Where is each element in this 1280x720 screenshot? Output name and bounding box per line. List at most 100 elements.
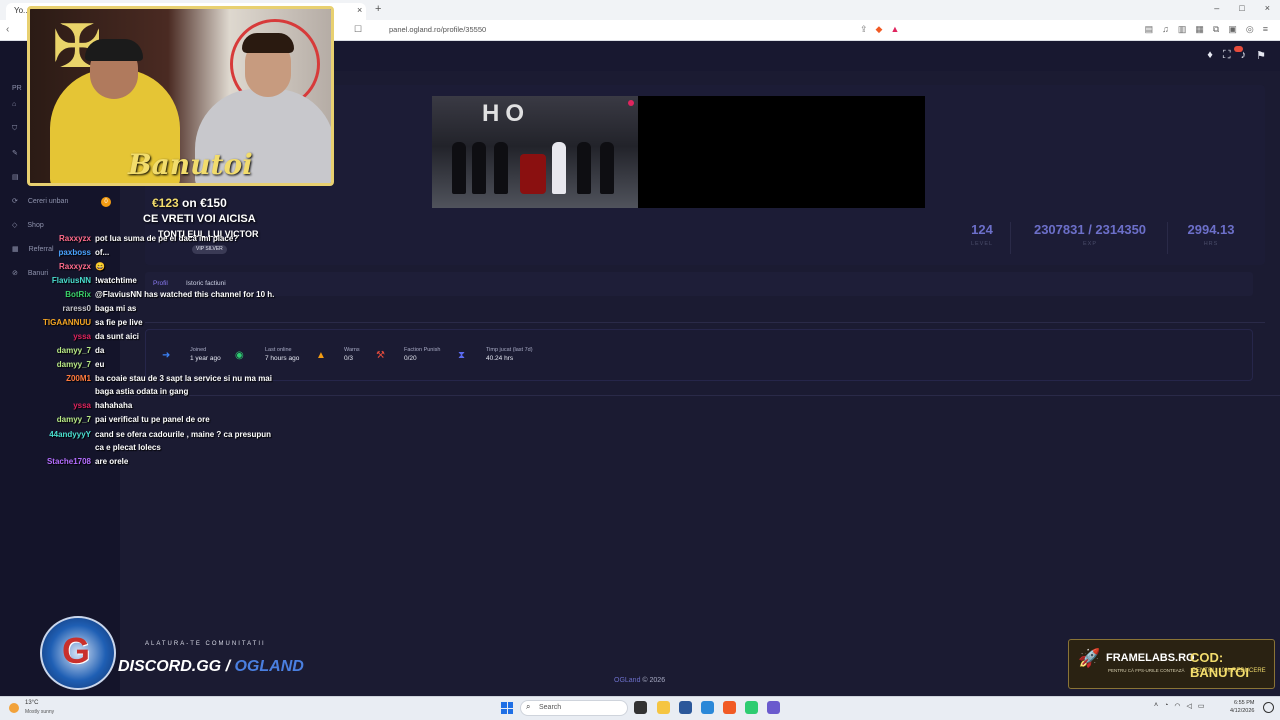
chat-text: ca e plecat lolecs [95,443,161,452]
shield-icon[interactable]: ⛉ [12,125,17,133]
warning-icon: ▲ [316,350,326,361]
gavel-icon: ⚒ [376,350,385,361]
battery-icon[interactable]: ▭ [1198,702,1205,710]
chat-username: Raxxyzx [58,234,91,243]
footer-copyright: © 2026 [642,677,666,684]
app-icon[interactable] [767,701,780,714]
search-icon: ⌕ [526,702,531,711]
chat-username: Stache1708 [46,457,91,466]
chat-username: paxboss [58,248,91,257]
info-value-last-online: 7 hours ago [265,355,300,362]
hourglass-icon: ⧗ [458,350,466,361]
goal-mid: on [182,196,197,210]
start-button[interactable] [501,702,513,714]
fullscreen-icon[interactable]: ⛶ [1223,49,1231,62]
wifi-icon[interactable]: ◠ [1174,702,1180,710]
chat-username: BotRix [65,290,91,299]
taskbar-search[interactable]: Search [520,700,628,716]
tab-profil[interactable]: Profil [153,280,168,287]
address-actions: ⇪ ◆ ▲ [860,24,899,35]
chevron-up-icon[interactable]: ˄ [1154,702,1158,710]
document-icon[interactable]: ▤ [12,173,19,181]
brave-icon[interactable] [723,701,736,714]
vip-badge: VIP SILVER [192,245,227,254]
edit-icon[interactable]: ✎ [12,149,18,157]
tab-istoric-factiuni[interactable]: Istoric factiuni [186,280,226,287]
network-icon[interactable]: ◔ [1164,702,1168,710]
chat-username: FlaviusNN [51,276,91,285]
share-icon[interactable]: ⇪ [860,24,868,35]
sidebar-item-shop[interactable]: ◇ Shop [12,221,44,230]
new-tab-button[interactable]: + [375,3,381,15]
goal-current: €123 [152,196,179,210]
chat-text: @FlaviusNN has watched this channel for … [95,290,275,299]
weather-desc: Mostly sunny [25,709,55,715]
rocket-icon: 🚀 [1078,648,1101,668]
weather-temp: 13°C [25,700,39,706]
stat-hrs: 2994.13 HRS [1187,222,1235,247]
task-view-icon[interactable] [634,701,647,714]
reader-icon[interactable]: ▤ [1145,24,1154,35]
info-label-faction-punish: Faction Punish [404,347,441,353]
lightbulb-icon[interactable]: ♦ [1207,49,1213,62]
chat-text: pot lua suma de pe el dacă îmi place? [95,234,239,243]
chat-text: da [95,346,105,355]
file-explorer-icon[interactable] [657,701,670,714]
maximize-button[interactable]: □ [1239,3,1244,13]
chat-text: da sunt aici [95,332,140,341]
chat-text: of... [95,248,110,257]
tab-close-icon[interactable]: × [357,5,362,15]
sidebar-item-cereri-unban[interactable]: ⟳ Cereri unban [12,197,69,206]
clock[interactable]: 6:55 PM 4/12/2026 [1230,699,1254,715]
divider [1010,222,1011,254]
wallet-icon[interactable]: ▣ [1228,24,1237,35]
home-icon[interactable]: ⌂ [12,101,16,108]
chat-text: baga mi as [95,304,137,313]
discord-link: DISCORD.GG / OGLAND [118,658,304,676]
tabs-icon[interactable]: ▦ [1195,24,1204,35]
bookmark-icon[interactable]: ☐ [354,24,362,35]
close-window-button[interactable]: × [1265,3,1270,13]
sponsor-discount: PENTRU 10% REDUCERE [1192,668,1266,674]
chat-text: ba coaie stau de 3 sapt la service si nu… [95,374,272,383]
stat-exp: 2307831 / 2314350 EXP [1033,222,1147,247]
login-icon: ➜ [162,350,171,361]
profile-tabs [145,272,1253,296]
info-label-warns: Warns [344,347,360,353]
divider [120,395,1280,396]
discord-join-text: ALATURA-TE COMUNITATII [145,641,266,647]
notifications-icon[interactable] [1263,702,1274,713]
extension-icon[interactable]: ⧉ [1213,24,1219,35]
info-label-last-online: Last online [265,347,292,353]
flag-icon[interactable]: ⚑ [1256,49,1266,62]
info-value-warns: 0/3 [344,355,354,362]
footer-brand-link[interactable]: OGLand [614,677,640,684]
weather-icon[interactable] [9,703,19,713]
gamepad-icon: ◉ [235,350,244,361]
info-value-faction-punish: 0/20 [404,355,417,362]
edge-icon[interactable] [701,701,714,714]
xbox-icon[interactable] [745,701,758,714]
sponsor-title: FRAMELABS.RO [1106,652,1195,664]
goal-target: €150 [200,196,227,210]
minimize-button[interactable]: – [1214,3,1219,13]
footer: OGLand © 2026 [614,677,665,684]
music-icon[interactable]: ♫ [1162,24,1169,35]
brave-shield-icon[interactable]: ◆ [876,24,883,35]
url-field[interactable]: panel.ogland.ro/profile/35550 [389,25,486,34]
back-icon[interactable]: ‹ [6,24,9,35]
sidebar-toggle-icon[interactable]: ▥ [1178,24,1187,35]
menu-icon[interactable]: ≡ [1263,24,1268,35]
chat-username: yssa [73,332,91,341]
sponsor-code: COD: BANUTOI [1190,650,1249,680]
g-letter-icon: G [62,630,91,671]
info-value-joined: 1 year ago [190,355,221,362]
store-icon[interactable] [679,701,692,714]
chat-username: 44andyyyY [49,430,91,439]
sidebar-item-label: Cereri unban [27,197,69,205]
sponsor-subtitle: PENTRU CĂ FPS-URILE CONTEAZĂ [1108,668,1185,673]
chat-username: Raxxyzx [58,262,91,271]
volume-icon[interactable]: ◁ [1186,702,1191,710]
brave-rewards-icon[interactable]: ▲ [890,24,899,35]
vpn-icon[interactable]: ◎ [1246,24,1254,35]
